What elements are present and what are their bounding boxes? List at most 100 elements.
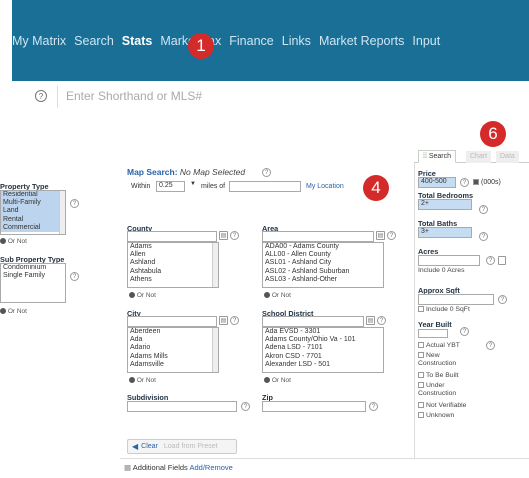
price-unit-checkbox[interactable]: (000s) [473,179,501,186]
help-icon[interactable]: ? [479,232,488,241]
year-option-checkbox[interactable]: Actual YBT [418,342,460,349]
list-item[interactable]: Rental [1,215,65,224]
clipboard-icon[interactable]: ▤ [219,316,228,325]
list-item[interactable]: Akron CSD - 7701 [263,353,383,361]
list-item[interactable]: Ashtabula [128,268,218,276]
area-filter-input[interactable] [262,231,374,242]
list-item[interactable]: Ashland [128,259,218,267]
help-icon[interactable]: ? [377,316,386,325]
list-item[interactable]: Residential [1,191,65,200]
help-icon[interactable]: ? [70,272,79,281]
help-icon[interactable]: ? [241,402,250,411]
list-item[interactable]: Ada [128,336,218,344]
tab-chart[interactable]: Chart [466,151,492,163]
city-filter-input[interactable] [127,316,217,327]
year-option-checkbox[interactable]: Under Construction [418,382,478,398]
help-icon[interactable]: ? [230,316,239,325]
county-filter-input[interactable] [127,231,217,242]
county-list[interactable]: Adams Allen Ashland Ashtabula Athens [127,242,219,288]
tab-data[interactable]: Data [496,151,519,163]
subdivision-input[interactable] [127,401,237,412]
or-not-toggle[interactable]: Or Not [264,292,291,299]
nav-finance[interactable]: Finance [229,34,273,48]
list-item[interactable]: Allen [128,251,218,259]
nav-links[interactable]: Links [282,34,311,48]
year-option-checkbox[interactable]: To Be Built [418,372,459,379]
list-item[interactable]: Commercial [1,223,65,233]
list-item[interactable]: Adamsville [128,361,218,369]
include-zero-acres[interactable]: Include 0 Acres [418,267,464,274]
year-option-checkbox[interactable]: New Construction [418,352,478,368]
list-item[interactable]: Ada EVSD - 3301 [263,328,383,336]
list-item[interactable]: ALL00 - Allen County [263,251,383,259]
list-item[interactable]: Single Family [1,272,65,280]
clipboard-icon[interactable]: ▤ [366,316,375,325]
help-icon[interactable]: ? [262,168,271,177]
list-item[interactable]: Adena LSD - 7101 [263,344,383,352]
help-icon[interactable]: ? [460,178,469,187]
nav-my-matrix[interactable]: My Matrix [12,34,66,48]
list-item[interactable]: Adario [128,344,218,352]
within-input[interactable]: 0.25 [156,181,185,192]
list-item[interactable]: ASL01 - Ashland City [263,259,383,267]
school-district-list[interactable]: Ada EVSD - 3301 Adams County/Ohio Va - 1… [262,327,384,373]
help-icon[interactable]: ? [35,90,47,102]
year-from-input[interactable] [418,329,448,338]
list-item[interactable]: Alexander LSD - 501 [263,361,383,369]
baths-input[interactable]: 3+ [418,227,472,238]
bedrooms-input[interactable]: 2+ [418,199,472,210]
clipboard-icon[interactable]: ▤ [376,231,385,240]
city-list[interactable]: Aberdeen Ada Adario Adams Mills Adamsvil… [127,327,219,373]
help-icon[interactable]: ? [486,341,495,350]
within-dropdown-arrow[interactable]: ▼ [190,181,196,187]
help-icon[interactable]: ? [70,199,79,208]
add-remove-link[interactable]: Add/Remove [189,463,232,472]
shorthand-input[interactable]: Enter Shorthand or MLS# [66,89,202,103]
scrollbar[interactable] [212,243,218,287]
school-filter-input[interactable] [262,316,364,327]
help-icon[interactable]: ? [369,402,378,411]
list-item[interactable]: Adams Mills [128,353,218,361]
my-location-link[interactable]: My Location [306,183,344,190]
list-item[interactable]: Athens [128,276,218,284]
sub-property-type-list[interactable]: Condominium Single Family [0,263,66,303]
location-input[interactable] [229,181,301,192]
list-item[interactable]: ASL03 - Ashland-Other [263,276,383,284]
tab-search[interactable]: ⁞⁞ Search [418,150,457,163]
or-not-toggle[interactable]: Or Not [129,292,156,299]
list-item[interactable]: Multi-Family [1,199,65,208]
help-icon[interactable]: ? [387,231,396,240]
scrollbar[interactable] [59,191,65,234]
nav-search[interactable]: Search [74,34,114,48]
help-icon[interactable]: ? [498,295,507,304]
property-type-list[interactable]: Residential Multi-Family Land Rental Com… [0,190,66,235]
load-preset-button[interactable]: Load from Preset [164,443,218,450]
zip-input[interactable] [262,401,366,412]
acres-picker-icon[interactable] [498,256,506,265]
help-icon[interactable]: ? [486,256,495,265]
nav-input[interactable]: Input [412,34,440,48]
include-zero-sqft[interactable]: Include 0 SqFt [418,306,470,313]
or-not-toggle[interactable]: Or Not [0,308,27,315]
scrollbar[interactable] [212,328,218,372]
help-icon[interactable]: ? [479,205,488,214]
year-option-checkbox[interactable]: Not Verifiable [418,402,466,409]
clipboard-icon[interactable]: ▤ [219,231,228,240]
clear-button[interactable]: Clear [141,443,158,450]
or-not-toggle[interactable]: Or Not [0,238,27,245]
or-not-toggle[interactable]: Or Not [129,377,156,384]
acres-input[interactable] [418,255,480,266]
nav-market-reports[interactable]: Market Reports [319,34,404,48]
sqft-input[interactable] [418,294,494,305]
list-item[interactable]: Adams [128,243,218,251]
list-item[interactable]: ADA00 - Adams County [263,243,383,251]
list-item[interactable]: Land [1,207,65,216]
year-option-checkbox[interactable]: Unknown [418,412,454,419]
list-item[interactable]: ASL02 - Ashland Suburban [263,268,383,276]
list-item[interactable]: Aberdeen [128,328,218,336]
price-input[interactable]: 400-500 [418,177,456,188]
area-list[interactable]: ADA00 - Adams County ALL00 - Allen Count… [262,242,384,288]
list-item[interactable]: Adams County/Ohio Va - 101 [263,336,383,344]
help-icon[interactable]: ? [460,327,469,336]
help-icon[interactable]: ? [230,231,239,240]
